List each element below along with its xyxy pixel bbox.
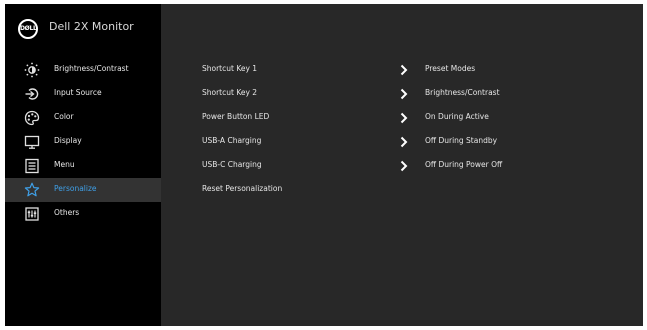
sidebar-item-brightness-contrast[interactable]: Brightness/Contrast	[5, 58, 161, 82]
sidebar-item-display[interactable]: Display	[5, 130, 161, 154]
row-label: USB-A Charging	[202, 136, 262, 145]
menu-icon	[24, 158, 40, 174]
chevron-right-icon	[399, 160, 409, 172]
color-icon	[24, 110, 40, 126]
sidebar: DØLL Dell 2X Monitor Brightness/Contrast…	[5, 4, 161, 326]
sidebar-item-label: Color	[54, 112, 74, 121]
row-value: Preset Modes	[425, 64, 476, 73]
sidebar-item-label: Others	[54, 208, 80, 217]
shortcut-key-1-row[interactable]: Shortcut Key 1 Preset Modes	[161, 58, 643, 82]
power-button-led-row[interactable]: Power Button LED On During Active	[161, 106, 643, 130]
brightness-icon	[24, 62, 40, 78]
chevron-right-icon	[399, 112, 409, 124]
row-value: Off During Standby	[425, 136, 498, 145]
sidebar-item-personalize[interactable]: Personalize	[5, 178, 161, 202]
row-label: Reset Personalization	[202, 184, 283, 193]
chevron-right-icon	[399, 136, 409, 148]
sidebar-item-label: Brightness/Contrast	[54, 64, 129, 73]
row-label: Power Button LED	[202, 112, 270, 121]
sidebar-item-menu[interactable]: Menu	[5, 154, 161, 178]
sidebar-item-label: Display	[54, 136, 82, 145]
sidebar-item-label: Personalize	[54, 184, 97, 193]
input-source-icon	[24, 86, 40, 102]
monitor-osd: DØLL Dell 2X Monitor Brightness/Contrast…	[5, 4, 643, 326]
display-icon	[24, 134, 40, 150]
chevron-right-icon	[399, 64, 409, 76]
chevron-right-icon	[399, 88, 409, 100]
sidebar-item-others[interactable]: Others	[5, 202, 161, 226]
sidebar-nav: Brightness/Contrast Input Source Color D…	[5, 58, 161, 226]
osd-header: DØLL Dell 2X Monitor	[5, 4, 161, 54]
sidebar-item-label: Menu	[54, 160, 75, 169]
row-label: Shortcut Key 1	[202, 64, 258, 73]
row-value: Brightness/Contrast	[425, 88, 500, 97]
row-label: USB-C Charging	[202, 160, 262, 169]
sidebar-item-color[interactable]: Color	[5, 106, 161, 130]
usb-c-charging-row[interactable]: USB-C Charging Off During Power Off	[161, 154, 643, 178]
row-value: Off During Power Off	[425, 160, 503, 169]
row-label: Shortcut Key 2	[202, 88, 258, 97]
reset-personalization-row[interactable]: Reset Personalization	[161, 178, 643, 202]
shortcut-key-2-row[interactable]: Shortcut Key 2 Brightness/Contrast	[161, 82, 643, 106]
row-value: On During Active	[425, 112, 489, 121]
sidebar-item-input-source[interactable]: Input Source	[5, 82, 161, 106]
monitor-model-name: Dell 2X Monitor	[49, 20, 134, 33]
personalize-panel: Shortcut Key 1 Preset Modes Shortcut Key…	[161, 4, 643, 326]
dell-logo: DØLL	[18, 19, 38, 39]
usb-a-charging-row[interactable]: USB-A Charging Off During Standby	[161, 130, 643, 154]
others-icon	[24, 206, 40, 222]
star-icon	[24, 182, 40, 198]
sidebar-item-label: Input Source	[54, 88, 102, 97]
